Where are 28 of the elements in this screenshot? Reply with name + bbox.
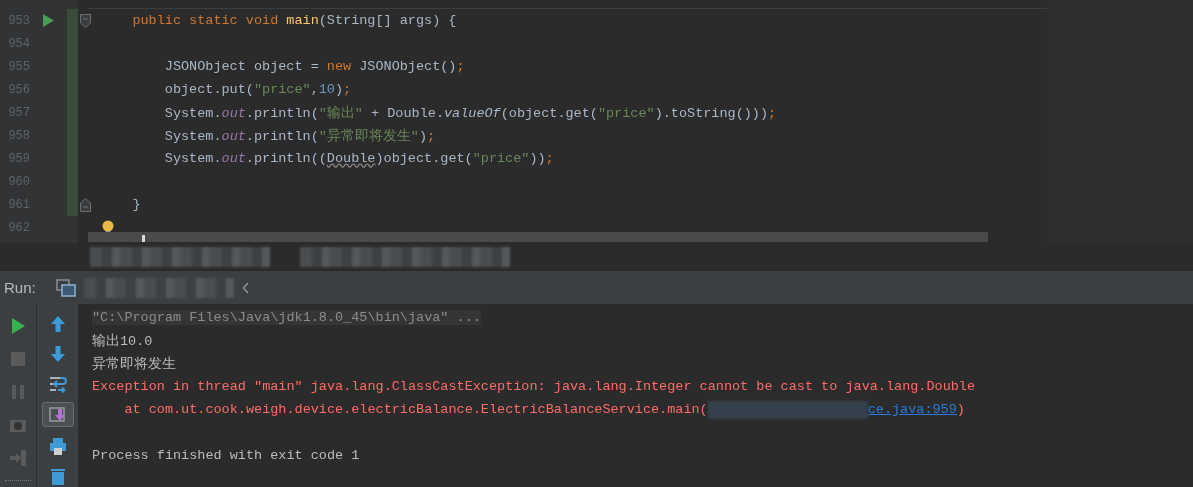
code-line: }	[131, 197, 141, 212]
run-icon[interactable]	[43, 14, 54, 27]
run-label: Run:	[4, 279, 36, 296]
error-message: Exception in thread "main" java.lang.ClassCastException: java.lang.Integer cannot be cast to java.lang.Double	[92, 379, 976, 394]
console-output: Process finished with exit code 1	[92, 448, 360, 463]
exit-icon	[8, 448, 28, 468]
scroll-end-icon	[47, 404, 68, 425]
code-line: System.out.println("输出" + Double.valueOf(object.get("price").toString()));	[163, 104, 777, 122]
stack-trace-text: at com.ut.cook.weigh.device.electricBalance.ElectricBalanceService.main(	[123, 402, 708, 417]
code-line: public static void main(String[] args) {	[131, 13, 457, 28]
stop-icon	[8, 349, 28, 369]
scroll-end-button[interactable]	[41, 402, 74, 428]
horizontal-scrollbar[interactable]	[88, 232, 988, 242]
print-icon	[47, 435, 68, 456]
code-line: object.put("price",10);	[163, 82, 352, 97]
code-line: System.out.println("异常即将发生");	[163, 127, 436, 145]
caret-icon[interactable]	[241, 281, 250, 294]
stack-trace-text: )	[956, 402, 965, 417]
wrap-icon	[47, 374, 68, 395]
fold-icon[interactable]	[79, 197, 91, 212]
source-link[interactable]: ce.java:959	[867, 402, 957, 417]
scrollbar-thumb[interactable]	[142, 235, 145, 242]
code-line: System.out.println((Double)object.get("price"));	[163, 151, 554, 166]
console-output: 异常即将发生	[92, 355, 176, 373]
console-output: 输出10.0	[92, 332, 153, 350]
fold-icon[interactable]	[79, 13, 91, 28]
console-tab-icon[interactable]	[55, 278, 76, 297]
code-line: JSONObject object = new JSONObject();	[163, 59, 465, 74]
